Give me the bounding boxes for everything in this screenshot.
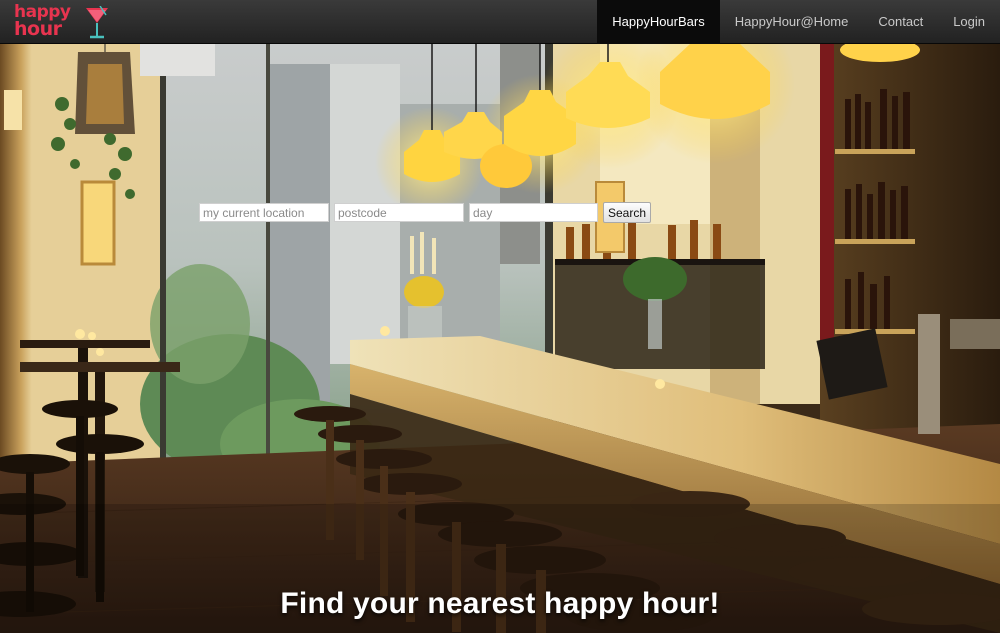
bar-interior-photo xyxy=(0,44,1000,633)
top-navbar: happy hour HappyHourBars HappyHour@Home … xyxy=(0,0,1000,44)
hero-section: Search Find your nearest happy hour! xyxy=(0,44,1000,633)
brand-wordmark: happy hour xyxy=(14,4,94,40)
search-form: Search xyxy=(199,202,659,226)
nav-item-login[interactable]: Login xyxy=(938,0,1000,44)
search-button[interactable]: Search xyxy=(603,202,651,223)
main-nav: HappyHourBars HappyHour@Home Contact Log… xyxy=(597,0,1000,44)
location-input[interactable] xyxy=(199,203,329,222)
brand-logo[interactable]: happy hour xyxy=(14,4,108,40)
cocktail-glass-icon xyxy=(86,6,108,39)
hero-tagline: Find your nearest happy hour! xyxy=(280,587,720,620)
day-input[interactable] xyxy=(469,203,598,222)
nav-item-happyhourbars[interactable]: HappyHourBars xyxy=(597,0,720,44)
nav-item-contact[interactable]: Contact xyxy=(863,0,938,44)
nav-item-happyhour-at-home[interactable]: HappyHour@Home xyxy=(720,0,864,44)
postcode-input[interactable] xyxy=(334,203,464,222)
brand-line-2: hour xyxy=(14,18,62,40)
